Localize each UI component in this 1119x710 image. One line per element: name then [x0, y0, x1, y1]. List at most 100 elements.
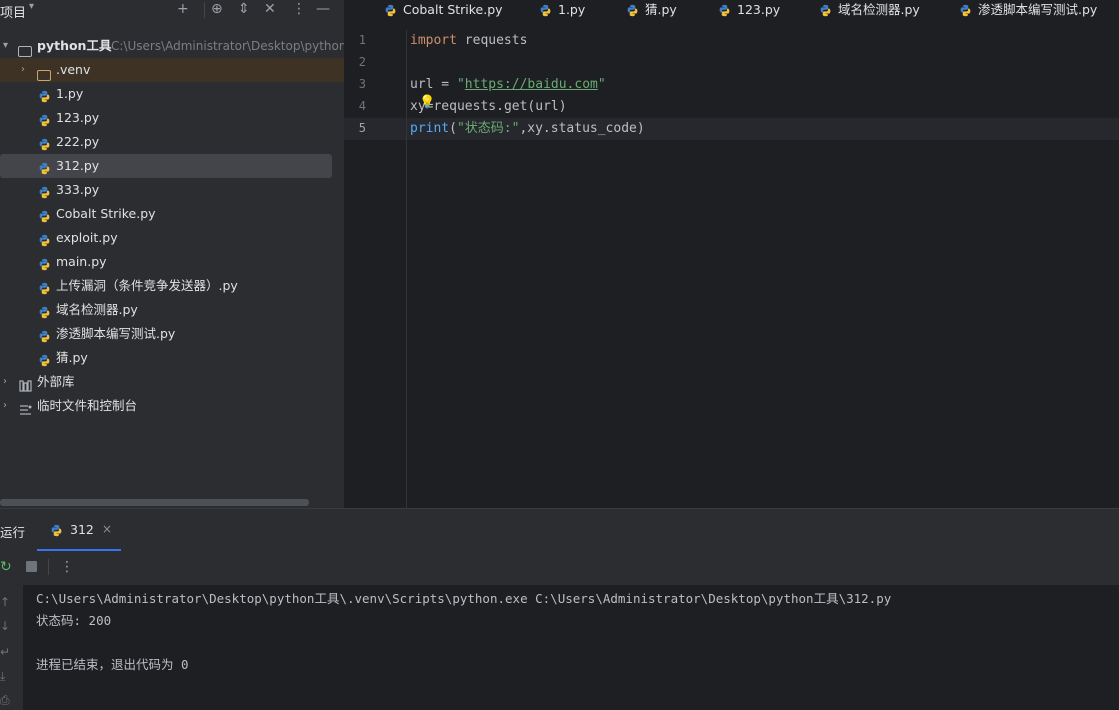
- line-number-gutter: 1 2 3 4 5: [344, 30, 407, 508]
- tree-item-file[interactable]: 1.py: [0, 82, 344, 106]
- project-panel-title[interactable]: 项目: [0, 2, 26, 21]
- tree-item-venv[interactable]: › .venv: [0, 58, 344, 82]
- chevron-down-icon[interactable]: ▾: [29, 1, 34, 12]
- editor-tab-label: 渗透脚本编写测试.py: [978, 2, 1098, 17]
- root-folder-path: C:\Users\Administrator\Desktop\python: [111, 39, 344, 53]
- code-text: (url): [527, 99, 567, 114]
- tree-item-file-selected[interactable]: 312.py: [0, 154, 332, 178]
- tree-item-file[interactable]: 渗透脚本编写测试.py: [0, 322, 344, 346]
- folder-icon: [37, 58, 51, 82]
- tree-item-file[interactable]: 222.py: [0, 130, 344, 154]
- horizontal-scrollbar[interactable]: [0, 499, 309, 506]
- python-file-icon: [38, 250, 51, 274]
- chevron-down-icon[interactable]: ▾: [3, 34, 8, 58]
- python-file-icon: [539, 4, 552, 17]
- code-string: ": [597, 77, 606, 92]
- tree-item-label: .venv: [56, 62, 91, 77]
- root-folder-name: python工具: [37, 38, 112, 53]
- stop-icon[interactable]: [26, 561, 37, 572]
- tree-item-file[interactable]: 上传漏洞（条件竞争发送器）.py: [0, 274, 344, 298]
- editor-tab[interactable]: 123.py: [718, 0, 780, 22]
- options-icon[interactable]: ⋮: [292, 0, 306, 18]
- code-text: (: [449, 121, 457, 136]
- tree-item-file[interactable]: main.py: [0, 250, 344, 274]
- tree-item-label: 312.py: [56, 158, 100, 173]
- soft-wrap-icon[interactable]: ↵: [0, 645, 10, 659]
- run-toolbar: ↻ ⋮: [0, 551, 1119, 585]
- tree-item-file[interactable]: 123.py: [0, 106, 344, 130]
- editor-tab[interactable]: 1.py: [539, 0, 585, 22]
- run-tab-label: 312: [70, 522, 94, 537]
- tree-item-label: 外部库: [37, 374, 75, 389]
- python-file-icon: [50, 524, 63, 537]
- python-file-icon: [38, 274, 51, 298]
- python-file-icon: [38, 82, 51, 106]
- run-panel: 运行 312 × ↻ ⋮ ↑ ↓ ↵ ⤓ ⎙ C:\Users\Administ…: [0, 508, 1119, 710]
- tree-item-label: 猜.py: [56, 350, 88, 365]
- console-line: 状态码: 200: [36, 613, 112, 628]
- python-file-icon: [38, 346, 51, 370]
- tree-item-file[interactable]: 域名检测器.py: [0, 298, 344, 322]
- folder-icon: [18, 34, 32, 58]
- tree-item-label: main.py: [56, 254, 107, 269]
- run-tab[interactable]: 312 ×: [37, 509, 121, 551]
- editor-tab-label: Cobalt Strike.py: [403, 2, 503, 17]
- tree-item-file[interactable]: 333.py: [0, 178, 344, 202]
- editor-tab[interactable]: 猜.py: [626, 0, 677, 22]
- python-file-icon: [626, 4, 639, 17]
- tree-item-label: 临时文件和控制台: [37, 398, 138, 413]
- line-number: 1: [358, 33, 366, 47]
- python-file-icon: [38, 106, 51, 130]
- editor-tab-label: 123.py: [737, 2, 781, 17]
- code-text: ,xy.status_code): [519, 121, 645, 136]
- expand-all-icon[interactable]: ⇕: [238, 0, 250, 18]
- tree-item-file[interactable]: exploit.py: [0, 226, 344, 250]
- tree-root[interactable]: ▾ python工具 C:\Users\Administrator\Deskto…: [0, 34, 344, 58]
- chevron-right-icon[interactable]: ›: [3, 370, 7, 394]
- tree-item-file[interactable]: 猜.py: [0, 346, 344, 370]
- console-line: 进程已结束，退出代码为 0: [36, 657, 189, 672]
- python-file-icon: [38, 202, 51, 226]
- print-icon[interactable]: ⎙: [0, 693, 10, 708]
- editor-tab[interactable]: Cobalt Strike.py: [384, 0, 503, 22]
- editor-tab[interactable]: 域名检测器.py: [819, 0, 920, 22]
- tree-item-label: 333.py: [56, 182, 100, 197]
- code-text: requests: [456, 33, 528, 48]
- toolbar-separator: [48, 559, 49, 575]
- tree-item-label: 222.py: [56, 134, 100, 149]
- arrow-down-icon[interactable]: ↓: [0, 619, 10, 633]
- code-text: url =: [410, 77, 457, 92]
- code-url-link[interactable]: https://baidu.com: [465, 77, 598, 92]
- close-icon[interactable]: ×: [102, 522, 112, 536]
- python-file-icon: [38, 322, 51, 346]
- project-header: 项目 ▾ + ⊕ ⇕ ✕ ⋮ —: [0, 0, 344, 22]
- code-line[interactable]: url = "https://baidu.com": [410, 74, 606, 96]
- console-line: C:\Users\Administrator\Desktop\python工具\…: [36, 591, 892, 606]
- chevron-right-icon[interactable]: ›: [21, 58, 25, 82]
- line-number: 2: [358, 55, 366, 69]
- chevron-right-icon[interactable]: ›: [3, 394, 7, 418]
- tree-item-file[interactable]: Cobalt Strike.py: [0, 202, 344, 226]
- add-icon[interactable]: +: [177, 0, 189, 18]
- arrow-up-icon[interactable]: ↑: [0, 595, 10, 609]
- collapse-all-icon[interactable]: ✕: [264, 0, 276, 18]
- minimize-icon[interactable]: —: [316, 0, 330, 18]
- more-icon[interactable]: ⋮: [60, 559, 74, 575]
- intention-bulb-icon[interactable]: 💡: [419, 95, 435, 110]
- python-file-icon: [38, 298, 51, 322]
- python-file-icon: [38, 130, 51, 154]
- code-line[interactable]: print("状态码:",xy.status_code): [410, 118, 645, 140]
- editor-tab[interactable]: 渗透脚本编写测试.py: [959, 0, 1097, 22]
- rerun-icon[interactable]: ↻: [0, 559, 12, 575]
- python-file-icon: [384, 4, 397, 17]
- locate-icon[interactable]: ⊕: [211, 0, 223, 18]
- tree-item-scratches[interactable]: › 临时文件和控制台: [0, 394, 344, 418]
- code-line[interactable]: import requests: [410, 30, 527, 52]
- tree-item-label: 1.py: [56, 86, 84, 101]
- tree-item-label: 123.py: [56, 110, 100, 125]
- code-string: "状态码:": [456, 121, 520, 136]
- tree-item-external-libraries[interactable]: › 外部库: [0, 370, 344, 394]
- scroll-to-end-icon[interactable]: ⤓: [0, 669, 5, 684]
- code-text: =requests.: [425, 99, 504, 114]
- line-number: 3: [358, 77, 366, 91]
